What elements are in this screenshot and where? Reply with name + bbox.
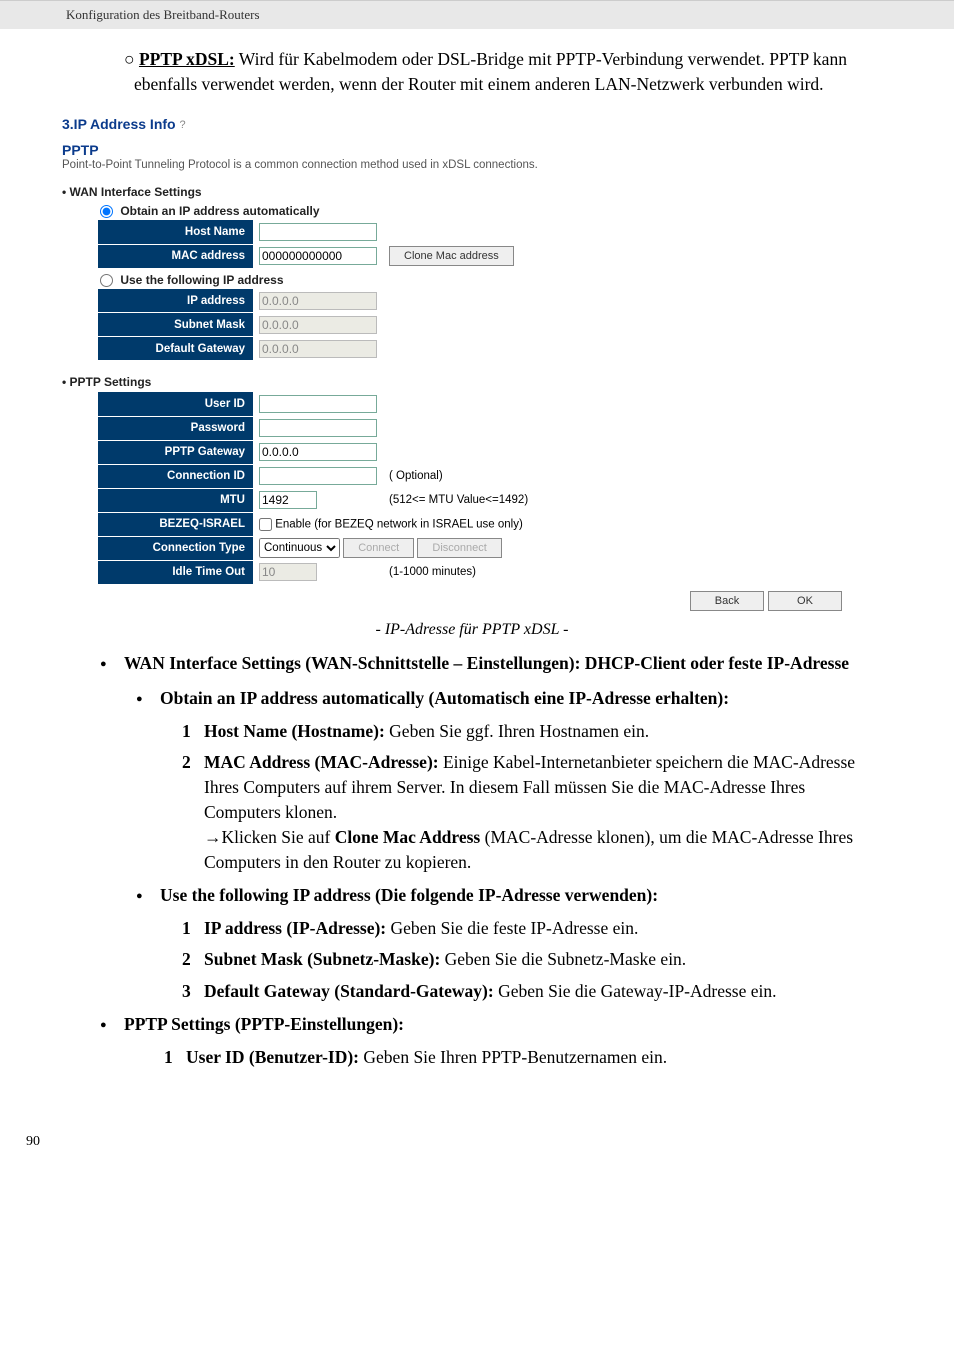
mtu-hint: (512<= MTU Value<=1492) <box>383 488 534 512</box>
fixed-ip-table: IP address Subnet Mask Default Gateway <box>98 289 383 362</box>
fixed-rest-3: Geben Sie die Gateway-IP-Adresse ein. <box>494 981 777 1001</box>
ip-address-label: IP address <box>98 289 253 313</box>
wan-doc-heading: WAN Interface Settings (WAN-Schnittstell… <box>124 653 849 673</box>
page-number: 90 <box>26 1134 954 1150</box>
obtain-num-1: 1 <box>182 719 191 744</box>
obtain-rest-1: Geben Sie ggf. Ihren Hostnamen ein. <box>385 721 649 741</box>
default-gateway-label: Default Gateway <box>98 337 253 361</box>
obtain-doc-heading: Obtain an IP address automatically (Auto… <box>160 688 729 708</box>
connection-id-label: Connection ID <box>98 464 253 488</box>
radio-obtain-auto[interactable] <box>100 205 113 218</box>
clone-mac-button[interactable]: Clone Mac address <box>389 246 514 266</box>
ok-button[interactable]: OK <box>768 591 842 611</box>
pptp-bold-1: User ID (Benutzer-ID): <box>186 1047 359 1067</box>
intro-paragraph: ○ PPTP xDSL: Wird für Kabelmodem oder DS… <box>134 47 882 98</box>
radio-use-fixed-label: Use the following IP address <box>120 273 283 287</box>
fixed-num-1: 1 <box>182 916 191 941</box>
obtain-bold-1: Host Name (Hostname): <box>204 721 385 741</box>
pptp-num-1: 1 <box>164 1045 173 1070</box>
bezeq-label: BEZEQ-ISRAEL <box>98 512 253 536</box>
subnet-mask-input <box>259 316 377 334</box>
host-name-label: Host Name <box>98 220 253 244</box>
fixed-bold-2: Subnet Mask (Subnetz-Maske): <box>204 949 440 969</box>
figure-caption: - IP-Adresse für PPTP xDSL - <box>62 621 882 639</box>
ip-address-input <box>259 292 377 310</box>
intro-bullet: ○ <box>124 49 135 69</box>
idle-timeout-hint: (1-1000 minutes) <box>383 560 534 584</box>
mac-address-input[interactable] <box>259 247 377 265</box>
pptp-note: Point-to-Point Tunneling Protocol is a c… <box>62 159 882 171</box>
radio-obtain-auto-label: Obtain an IP address automatically <box>120 204 319 218</box>
mac-hint-pre: Klicken Sie auf <box>222 827 335 847</box>
fixed-num-3: 3 <box>182 979 191 1004</box>
mac-hint-bold: Clone Mac Address <box>335 827 481 847</box>
pptp-gateway-input[interactable] <box>259 443 377 461</box>
auto-ip-table: Host Name MAC address Clone Mac address <box>98 220 520 269</box>
idle-timeout-input <box>259 563 317 581</box>
pptp-doc-heading: PPTP Settings (PPTP-Einstellungen): <box>124 1014 404 1034</box>
page-header: Konfiguration des Breitband-Routers <box>0 1 954 29</box>
pptp-table: User ID Password PPTP Gateway Connection… <box>98 392 534 585</box>
fixed-bold-3: Default Gateway (Standard-Gateway): <box>204 981 494 1001</box>
fixed-bold-1: IP address (IP-Adresse): <box>204 918 386 938</box>
connection-id-input[interactable] <box>259 467 377 485</box>
doc-list: WAN Interface Settings (WAN-Schnittstell… <box>62 651 882 1070</box>
obtain-num-2: 2 <box>182 750 191 775</box>
bezeq-hint: Enable (for BEZEQ network in ISRAEL use … <box>275 518 523 530</box>
router-screenshot: 3.IP Address Info ? PPTP Point-to-Point … <box>62 116 882 617</box>
default-gateway-input <box>259 340 377 358</box>
radio-use-fixed[interactable] <box>100 274 113 287</box>
user-id-label: User ID <box>98 392 253 416</box>
connection-type-label: Connection Type <box>98 536 253 560</box>
mtu-label: MTU <box>98 488 253 512</box>
host-name-input[interactable] <box>259 223 377 241</box>
user-id-input[interactable] <box>259 395 377 413</box>
help-icon[interactable]: ? <box>179 119 185 131</box>
connect-button: Connect <box>343 538 414 558</box>
back-button[interactable]: Back <box>690 591 764 611</box>
bezeq-checkbox[interactable] <box>259 518 272 531</box>
connection-type-select[interactable]: Continuous <box>259 538 340 558</box>
mtu-input[interactable] <box>259 491 317 509</box>
fixed-rest-1: Geben Sie die feste IP-Adresse ein. <box>386 918 638 938</box>
fixed-num-2: 2 <box>182 947 191 972</box>
wan-settings-heading: WAN Interface Settings <box>76 185 882 199</box>
password-input[interactable] <box>259 419 377 437</box>
section-title: 3.IP Address Info ? <box>62 116 882 132</box>
obtain-bold-2: MAC Address (MAC-Adresse): <box>204 752 439 772</box>
connection-id-hint: ( Optional) <box>383 464 534 488</box>
pptp-subheading: PPTP <box>62 142 882 158</box>
intro-text: Wird für Kabelmodem oder DSL-Bridge mit … <box>134 49 847 94</box>
subnet-mask-label: Subnet Mask <box>98 313 253 337</box>
password-label: Password <box>98 416 253 440</box>
fixed-doc-heading: Use the following IP address (Die folgen… <box>160 885 658 905</box>
arrow-icon: → <box>204 827 222 847</box>
mac-address-label: MAC address <box>98 244 253 268</box>
pptp-rest-1: Geben Sie Ihren PPTP-Benutzernamen ein. <box>359 1047 667 1067</box>
disconnect-button: Disconnect <box>417 538 501 558</box>
pptp-gateway-label: PPTP Gateway <box>98 440 253 464</box>
pptp-settings-heading: PPTP Settings <box>76 375 882 389</box>
idle-timeout-label: Idle Time Out <box>98 560 253 584</box>
intro-label: PPTP xDSL: <box>139 49 235 69</box>
fixed-rest-2: Geben Sie die Subnetz-Maske ein. <box>440 949 686 969</box>
